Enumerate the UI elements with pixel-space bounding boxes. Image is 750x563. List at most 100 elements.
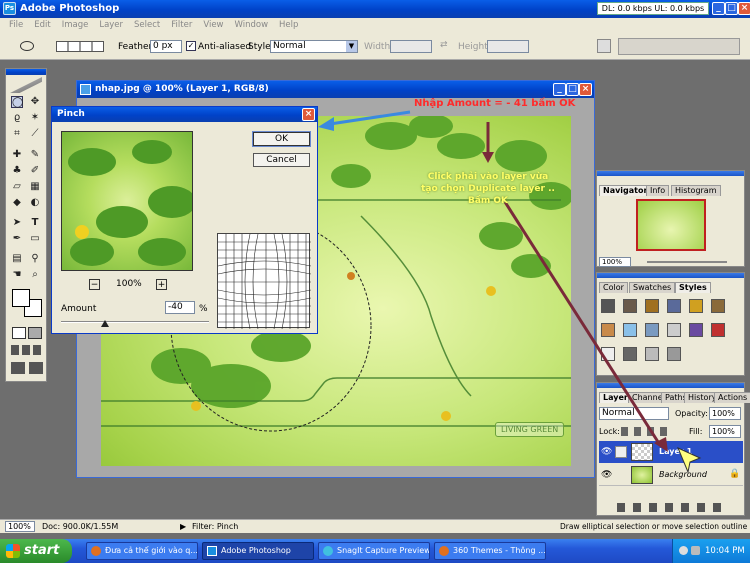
taskbar-item[interactable]: Adobe Photoshop bbox=[202, 542, 314, 560]
style-swatch[interactable] bbox=[645, 299, 659, 313]
palette-well[interactable] bbox=[618, 38, 740, 55]
navigator-slider[interactable] bbox=[647, 261, 727, 263]
move-tool-icon[interactable]: ✥ bbox=[29, 96, 41, 108]
style-swatch[interactable] bbox=[623, 323, 637, 337]
pinch-preview[interactable] bbox=[61, 131, 193, 271]
magic-wand-icon[interactable]: ✶ bbox=[29, 112, 41, 124]
style-swatch[interactable] bbox=[601, 299, 615, 313]
pen-tool-icon[interactable]: ✒ bbox=[11, 233, 23, 245]
style-swatch[interactable] bbox=[601, 323, 615, 337]
blur-tool-icon[interactable]: ◆ bbox=[11, 197, 23, 209]
zoom-out-button[interactable]: − bbox=[89, 279, 100, 290]
style-swatch[interactable] bbox=[667, 323, 681, 337]
blend-mode-select[interactable]: Normal bbox=[599, 407, 669, 420]
healing-brush-icon[interactable]: ✚ bbox=[11, 149, 23, 161]
taskbar-item[interactable]: Đưa cả thế giới vào q... bbox=[86, 542, 198, 560]
tab-styles[interactable]: Styles bbox=[675, 282, 711, 293]
style-swatch[interactable] bbox=[623, 299, 637, 313]
lock-icons[interactable] bbox=[621, 427, 673, 436]
doc-maximize-button[interactable]: □ bbox=[566, 83, 579, 96]
style-swatch[interactable] bbox=[689, 323, 703, 337]
style-swatch[interactable] bbox=[689, 299, 703, 313]
layer-name[interactable]: Background bbox=[659, 470, 707, 479]
minimize-button[interactable]: _ bbox=[712, 2, 725, 15]
style-swatch[interactable] bbox=[623, 347, 637, 361]
opacity-input[interactable]: 100% bbox=[709, 407, 741, 420]
style-select[interactable]: Normal bbox=[270, 40, 358, 53]
ok-button[interactable]: OK bbox=[252, 131, 311, 147]
doc-close-button[interactable]: × bbox=[579, 83, 592, 96]
chevron-down-icon[interactable]: ▼ bbox=[346, 41, 357, 52]
eye-icon[interactable]: 👁 bbox=[601, 447, 612, 457]
tray-icon[interactable] bbox=[691, 546, 700, 555]
tab-color[interactable]: Color bbox=[599, 282, 628, 293]
pinch-close-button[interactable]: × bbox=[302, 108, 315, 121]
swap-icon[interactable]: ⇄ bbox=[440, 40, 448, 50]
fill-input[interactable]: 100% bbox=[709, 425, 741, 438]
navigator-zoom[interactable]: 100% bbox=[599, 257, 631, 267]
anti-aliased-checkbox[interactable]: ✓ bbox=[186, 41, 196, 51]
slice-tool-icon[interactable]: ⟋ bbox=[29, 128, 41, 140]
selection-mode-icons[interactable] bbox=[56, 41, 104, 52]
eraser-tool-icon[interactable]: ▱ bbox=[11, 181, 23, 193]
lasso-tool-icon[interactable]: ϱ bbox=[11, 112, 23, 124]
menu-help[interactable]: Help bbox=[279, 20, 298, 30]
menu-select[interactable]: Select bbox=[134, 20, 160, 30]
menu-layer[interactable]: Layer bbox=[99, 20, 123, 30]
menu-filter[interactable]: Filter bbox=[171, 20, 192, 30]
eyedropper-icon[interactable]: ⚲ bbox=[29, 253, 41, 265]
layer-actions-icons[interactable] bbox=[617, 503, 727, 512]
layer-name[interactable]: Layer 1 bbox=[659, 447, 692, 456]
start-button[interactable]: start bbox=[0, 539, 72, 563]
notes-tool-icon[interactable]: ▤ bbox=[11, 253, 23, 265]
layer-row[interactable]: 👁 Background 🔒 bbox=[599, 464, 743, 486]
menu-window[interactable]: Window bbox=[235, 20, 269, 30]
brush-tool-icon[interactable]: ✎ bbox=[29, 149, 41, 161]
hand-tool-icon[interactable]: ☚ bbox=[11, 269, 23, 281]
menu-image[interactable]: Image bbox=[62, 20, 89, 30]
style-swatch[interactable] bbox=[711, 299, 725, 313]
zoom-tool-icon[interactable]: ⌕ bbox=[29, 269, 41, 281]
style-swatch[interactable] bbox=[667, 347, 681, 361]
status-zoom[interactable]: 100% bbox=[5, 521, 35, 532]
shape-tool-icon[interactable]: ▭ bbox=[29, 233, 41, 245]
amount-input[interactable]: -40 bbox=[165, 301, 195, 314]
taskbar-item[interactable]: 360 Themes - Thông ... bbox=[434, 542, 546, 560]
height-input[interactable] bbox=[487, 40, 529, 53]
taskbar-item[interactable]: SnagIt Capture Preview bbox=[318, 542, 430, 560]
marquee-preset-icon[interactable] bbox=[20, 41, 34, 51]
quickmask-off-icon[interactable] bbox=[12, 327, 26, 339]
gradient-tool-icon[interactable]: ▦ bbox=[29, 181, 41, 193]
style-swatch[interactable] bbox=[711, 323, 725, 337]
quickmask-on-icon[interactable] bbox=[28, 327, 42, 339]
maximize-button[interactable]: □ bbox=[725, 2, 738, 15]
brush-link-icon[interactable] bbox=[615, 446, 627, 458]
cancel-button[interactable]: Cancel bbox=[253, 153, 310, 167]
status-menu-arrow-icon[interactable]: ▶ bbox=[180, 522, 186, 531]
tab-actions[interactable]: Actions bbox=[714, 392, 750, 403]
doc-minimize-button[interactable]: _ bbox=[553, 83, 566, 96]
layer-row[interactable]: 👁 Layer 1 bbox=[599, 441, 743, 463]
eye-icon[interactable]: 👁 bbox=[601, 470, 612, 480]
style-swatch[interactable] bbox=[645, 323, 659, 337]
crop-tool-icon[interactable]: ⌗ bbox=[11, 128, 23, 140]
navigator-thumbnail[interactable] bbox=[636, 199, 706, 251]
amount-slider-thumb[interactable] bbox=[101, 320, 109, 327]
menu-view[interactable]: View bbox=[203, 20, 223, 30]
width-input[interactable] bbox=[390, 40, 432, 53]
tray-icon[interactable] bbox=[679, 546, 688, 555]
close-button[interactable]: × bbox=[738, 2, 750, 15]
dodge-tool-icon[interactable]: ◐ bbox=[29, 197, 41, 209]
zoom-in-button[interactable]: + bbox=[156, 279, 167, 290]
menu-edit[interactable]: Edit bbox=[34, 20, 50, 30]
style-swatch[interactable] bbox=[601, 347, 615, 361]
path-select-icon[interactable]: ➤ bbox=[11, 217, 23, 229]
foreground-color-swatch[interactable] bbox=[12, 289, 30, 307]
tab-navigator[interactable]: Navigator bbox=[599, 185, 652, 196]
jump-to-imageready-icon[interactable] bbox=[11, 362, 43, 374]
tool-preset-icon[interactable] bbox=[597, 39, 611, 53]
tab-histogram[interactable]: Histogram bbox=[671, 185, 721, 196]
amount-slider-track[interactable] bbox=[61, 321, 209, 323]
type-tool-icon[interactable]: T bbox=[29, 217, 41, 229]
tab-swatches[interactable]: Swatches bbox=[629, 282, 676, 293]
